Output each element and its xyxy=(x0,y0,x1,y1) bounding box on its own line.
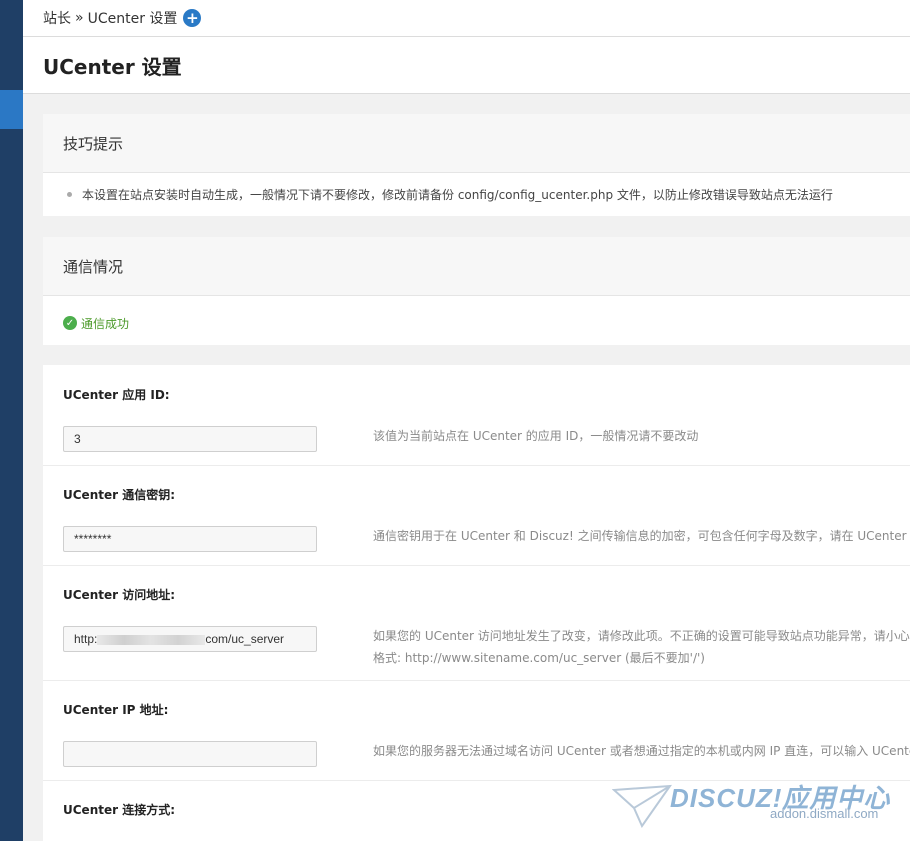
breadcrumb-separator: » xyxy=(75,10,84,26)
breadcrumb: 站长 » UCenter 设置 + xyxy=(43,8,202,28)
settings-form: UCenter 应用 ID: 3 该值为当前站点在 UCenter 的应用 ID… xyxy=(43,365,910,841)
tips-item-text: 本设置在站点安装时自动生成，一般情况下请不要修改，修改前请备份 config/c… xyxy=(82,188,833,202)
app-id-desc: 该值为当前站点在 UCenter 的应用 ID，一般情况请不要改动 xyxy=(373,429,699,443)
tips-item: 本设置在站点安装时自动生成，一般情况下请不要修改，修改前请备份 config/c… xyxy=(43,173,910,216)
url-format-hint: 格式: http://www.sitename.com/uc_server (最… xyxy=(373,651,705,665)
form-row-url: UCenter 访问地址: http: com/uc_server 如果您的 UC… xyxy=(43,565,910,681)
page-title: UCenter 设置 xyxy=(43,54,182,79)
check-circle-icon: ✓ xyxy=(63,316,77,330)
breadcrumb-current: UCenter 设置 xyxy=(87,11,178,27)
top-bar: 站长 » UCenter 设置 + xyxy=(23,0,910,37)
url-desc: 如果您的 UCenter 访问地址发生了改变，请修改此项。不正确的设置可能导致站… xyxy=(373,629,910,643)
tips-panel: 技巧提示 本设置在站点安装时自动生成，一般情况下请不要修改，修改前请备份 con… xyxy=(43,114,910,216)
title-bar: UCenter 设置 xyxy=(23,37,910,94)
form-row-ip: UCenter IP 地址: 如果您的服务器无法通过域名访问 UCenter 或… xyxy=(43,680,910,781)
plus-circle-icon[interactable]: + xyxy=(183,9,202,27)
key-label: UCenter 通信密钥: xyxy=(63,488,176,502)
key-input[interactable]: ******** xyxy=(63,526,317,552)
watermark: DISCUZ!应用中心 addon.dismall.com xyxy=(612,778,902,834)
url-value-prefix: http: xyxy=(74,632,98,646)
url-value-suffix: com/uc_server xyxy=(205,632,285,646)
form-row-app-id: UCenter 应用 ID: 3 该值为当前站点在 UCenter 的应用 ID… xyxy=(43,365,910,466)
paper-plane-icon xyxy=(612,784,672,828)
url-input[interactable]: http: com/uc_server xyxy=(63,626,317,652)
key-desc: 通信密钥用于在 UCenter 和 Discuz! 之间传输信息的加密，可包含任… xyxy=(373,529,910,543)
comm-panel: 通信情况 ✓ 通信成功 xyxy=(43,237,910,345)
comm-title: 通信情况 xyxy=(43,237,910,296)
form-row-key: UCenter 通信密钥: ******** 通信密钥用于在 UCenter 和… xyxy=(43,465,910,566)
comm-status-text: 通信成功 xyxy=(81,316,130,331)
url-label: UCenter 访问地址: xyxy=(63,588,176,602)
ip-input[interactable] xyxy=(63,741,317,767)
redacted-region xyxy=(97,634,206,645)
app-id-label: UCenter 应用 ID: xyxy=(63,388,170,402)
watermark-url: addon.dismall.com xyxy=(770,806,879,821)
bullet-icon xyxy=(67,192,72,197)
comm-status: ✓ 通信成功 xyxy=(43,296,910,350)
app-id-input[interactable]: 3 xyxy=(63,426,317,452)
connect-label: UCenter 连接方式: xyxy=(63,803,176,817)
ip-label: UCenter IP 地址: xyxy=(63,703,169,717)
tips-title: 技巧提示 xyxy=(43,114,910,173)
ip-desc: 如果您的服务器无法通过域名访问 UCenter 或者想通过指定的本机或内网 IP… xyxy=(373,744,910,758)
sidebar-active-item[interactable] xyxy=(0,90,23,129)
breadcrumb-root[interactable]: 站长 xyxy=(43,8,71,28)
